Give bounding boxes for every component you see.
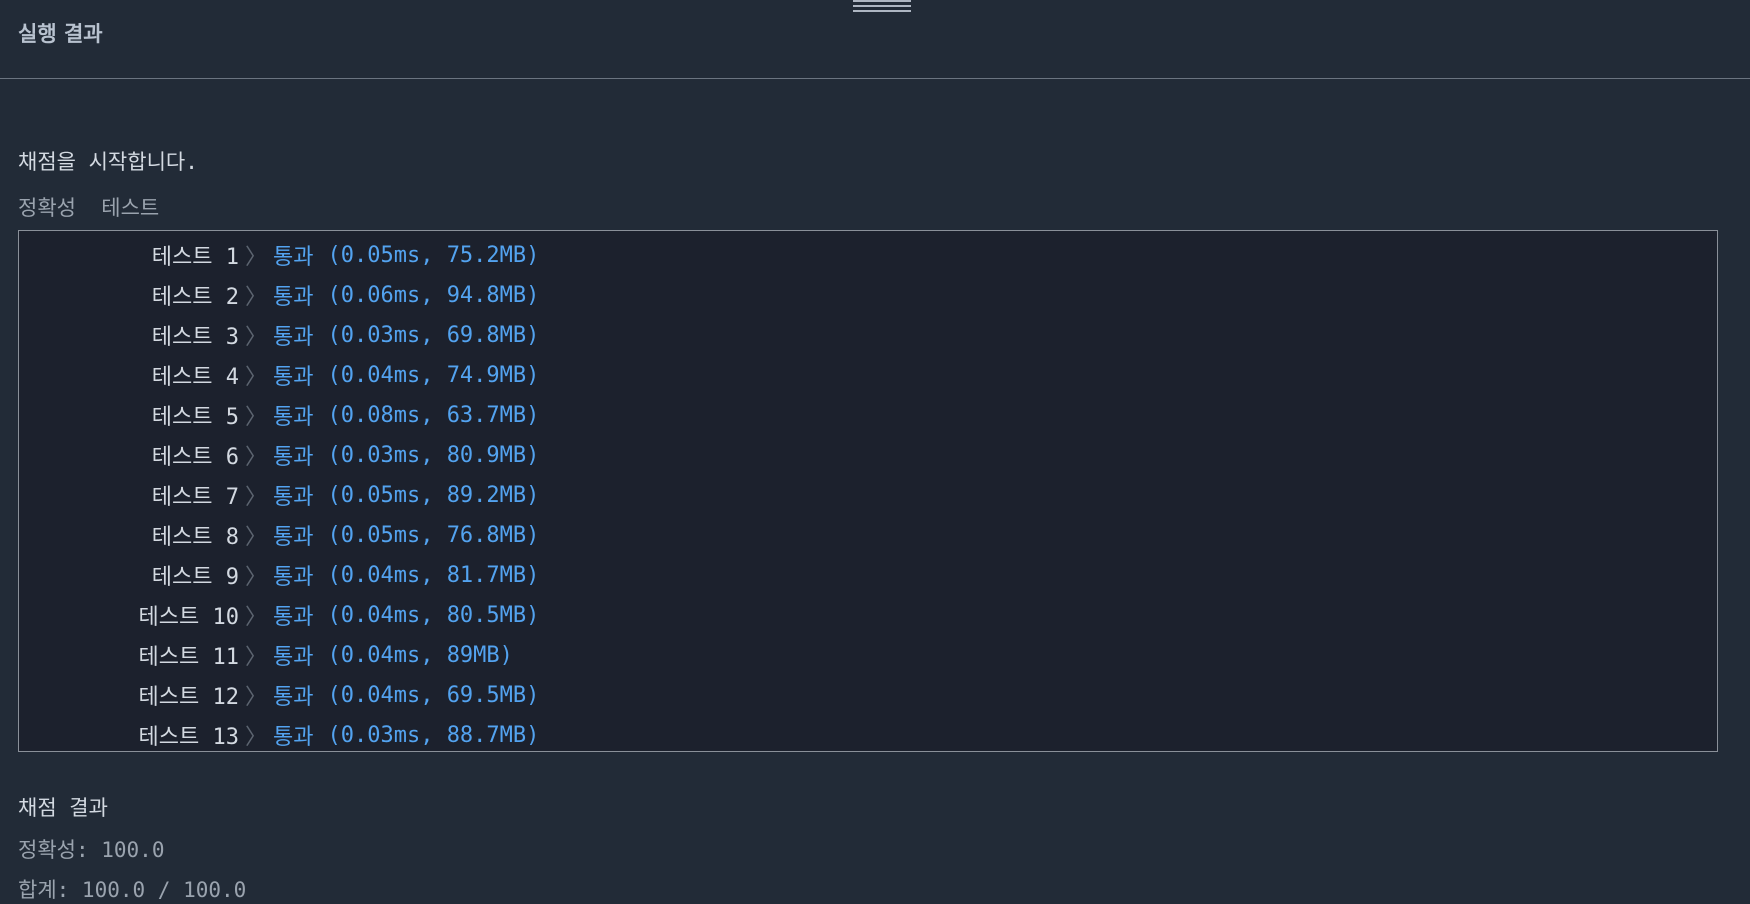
test-name: 테스트 6 [151,445,239,470]
test-status: 통과 [273,685,314,710]
table-row: 테스트 7 〉 통과 (0.05ms, 89.2MB) [19,475,540,515]
chevron-right-icon: 〉 [244,245,267,270]
test-status: 통과 [273,405,314,430]
test-status: 통과 [273,725,314,750]
chevron-right-icon: 〉 [244,645,267,670]
chevron-right-icon: 〉 [244,525,267,550]
test-status: 통과 [273,605,314,630]
test-name: 테스트 1 [151,245,239,270]
test-status: 통과 [273,285,314,310]
panel-title: 실행 결과 [18,22,103,46]
test-status: 통과 [273,485,314,510]
table-row: 테스트 1 〉 통과 (0.05ms, 75.2MB) [19,235,540,275]
chevron-right-icon: 〉 [244,285,267,310]
table-row: 테스트 6 〉 통과 (0.03ms, 80.9MB) [19,435,540,475]
section-label-accuracy-test: 정확성 테스트 [18,196,160,220]
total-score: 합계: 100.0 / 100.0 [18,878,247,902]
test-detail: (0.03ms, 69.8MB) [327,322,540,348]
test-name: 테스트 4 [151,365,239,390]
table-row: 테스트 3 〉 통과 (0.03ms, 69.8MB) [19,315,540,355]
test-name: 테스트 9 [151,565,239,590]
chevron-right-icon: 〉 [244,565,267,590]
table-row: 테스트 2 〉 통과 (0.06ms, 94.8MB) [19,275,540,315]
chevron-right-icon: 〉 [244,725,267,750]
chevron-right-icon: 〉 [244,365,267,390]
table-row: 테스트 5 〉 통과 (0.08ms, 63.7MB) [19,395,540,435]
test-name: 테스트 11 [138,645,239,670]
test-status: 통과 [273,325,314,350]
test-status: 통과 [273,245,314,270]
test-detail: (0.08ms, 63.7MB) [327,402,540,428]
handle-line [853,5,911,7]
resize-handle[interactable] [853,0,911,16]
chevron-right-icon: 〉 [244,485,267,510]
test-name: 테스트 3 [151,325,239,350]
table-row: 테스트 8 〉 통과 (0.05ms, 76.8MB) [19,515,540,555]
test-status: 통과 [273,565,314,590]
table-row: 테스트 11 〉 통과 (0.04ms, 89MB) [19,635,513,675]
test-detail: (0.04ms, 69.5MB) [327,682,540,708]
test-status: 통과 [273,525,314,550]
test-name: 테스트 8 [151,525,239,550]
test-status: 통과 [273,445,314,470]
test-name: 테스트 10 [138,605,239,630]
chevron-right-icon: 〉 [244,605,267,630]
test-name: 테스트 5 [151,405,239,430]
test-detail: (0.04ms, 74.9MB) [327,362,540,388]
test-detail: (0.05ms, 76.8MB) [327,522,540,548]
handle-line [853,0,911,2]
grading-result-title: 채점 결과 [18,796,108,820]
accuracy-score: 정확성: 100.0 [18,838,165,862]
test-detail: (0.03ms, 80.9MB) [327,442,540,468]
table-row: 테스트 4 〉 통과 (0.04ms, 74.9MB) [19,355,540,395]
test-detail: (0.05ms, 89.2MB) [327,482,540,508]
test-detail: (0.04ms, 81.7MB) [327,562,540,588]
test-name: 테스트 13 [138,725,239,750]
execution-result-panel: 실행 결과 채점을 시작합니다. 정확성 테스트 테스트 1 〉 통과 (0.05ms… [0,0,1750,904]
table-row: 테스트 9 〉 통과 (0.04ms, 81.7MB) [19,555,540,595]
chevron-right-icon: 〉 [244,685,267,710]
test-name: 테스트 7 [151,485,239,510]
table-row: 테스트 10 〉 통과 (0.04ms, 80.5MB) [19,595,540,635]
test-detail: (0.03ms, 88.7MB) [327,722,540,748]
test-name: 테스트 2 [151,285,239,310]
test-status: 통과 [273,645,314,670]
chevron-right-icon: 〉 [244,325,267,350]
test-name: 테스트 12 [138,685,239,710]
test-detail: (0.06ms, 94.8MB) [327,282,540,308]
chevron-right-icon: 〉 [244,405,267,430]
test-detail: (0.05ms, 75.2MB) [327,242,540,268]
chevron-right-icon: 〉 [244,445,267,470]
test-detail: (0.04ms, 89MB) [327,642,513,668]
test-results-list[interactable]: 테스트 1 〉 통과 (0.05ms, 75.2MB) 테스트 2 〉 통과 (0.06ms,… [18,230,1718,752]
test-status: 통과 [273,365,314,390]
test-detail: (0.04ms, 80.5MB) [327,602,540,628]
table-row: 테스트 13 〉 통과 (0.03ms, 88.7MB) [19,715,540,755]
grading-start-message: 채점을 시작합니다. [18,150,198,174]
table-row: 테스트 12 〉 통과 (0.04ms, 69.5MB) [19,675,540,715]
handle-line [853,10,911,12]
